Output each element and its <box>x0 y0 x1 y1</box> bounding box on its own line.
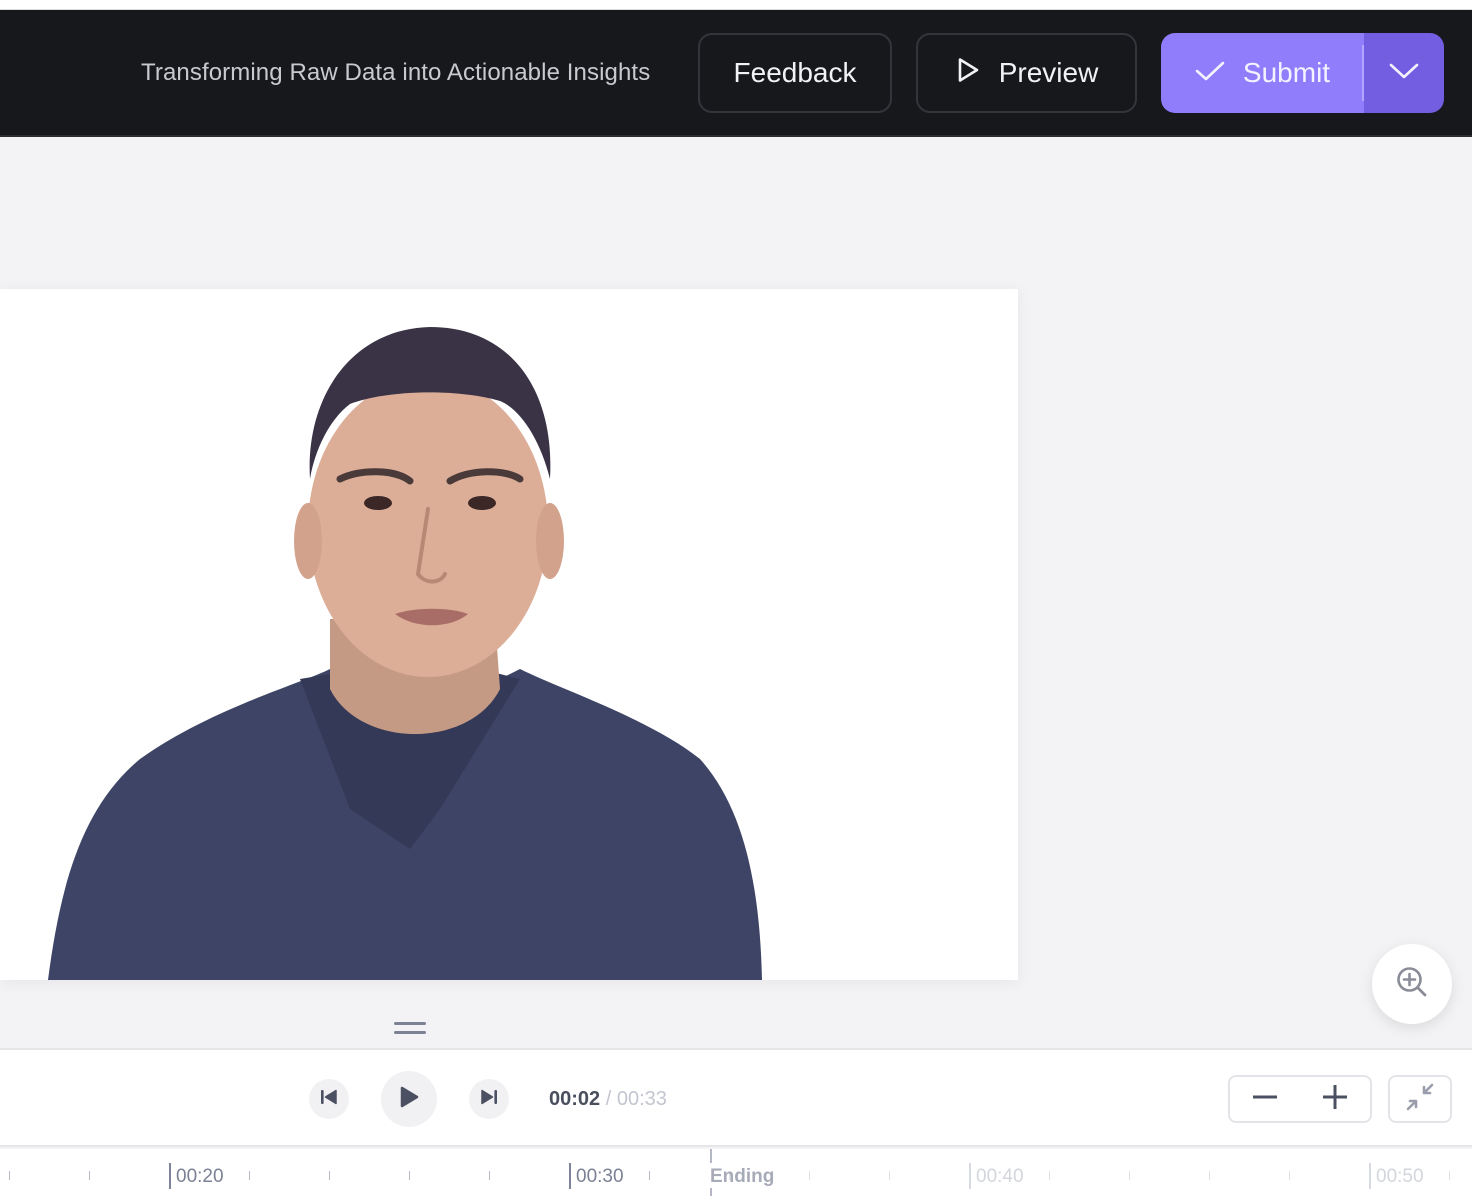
timeline-minor-tick <box>489 1171 490 1180</box>
video-canvas[interactable] <box>0 289 1018 980</box>
timeline-minor-tick <box>409 1171 410 1180</box>
timeline-major-tick <box>1369 1163 1371 1189</box>
feedback-label: Feedback <box>733 57 857 88</box>
skip-to-start-button[interactable] <box>309 1079 349 1119</box>
timeline-label: 00:50 <box>1376 1166 1424 1187</box>
presenter-avatar <box>0 289 1018 980</box>
current-time: 00:02 <box>549 1088 601 1110</box>
skip-back-icon <box>319 1088 339 1111</box>
play-outline-icon <box>955 56 981 91</box>
skip-forward-icon <box>479 1088 499 1111</box>
timeline-zoom-controls <box>1228 1075 1372 1123</box>
timeline-minor-tick <box>1449 1171 1450 1180</box>
timeline-minor-tick <box>1209 1171 1210 1180</box>
editor-header: Transforming Raw Data into Actionable In… <box>0 10 1472 137</box>
timeline-major-tick <box>569 1163 571 1189</box>
plus-icon <box>1321 1083 1349 1116</box>
submit-options-dropdown[interactable] <box>1364 33 1444 113</box>
timeline-ruler[interactable]: 00:20 00:30 00:40 00:50 Ending <box>0 1149 1472 1196</box>
browser-top-strip <box>0 0 1472 10</box>
timeline-minor-tick <box>1129 1171 1130 1180</box>
timeline-label: 00:30 <box>576 1166 624 1187</box>
play-icon <box>398 1085 420 1114</box>
timeline-zoom-in-button[interactable] <box>1300 1077 1370 1121</box>
canvas-area <box>0 139 1472 1049</box>
project-title[interactable]: Transforming Raw Data into Actionable In… <box>141 56 650 90</box>
timeline-minor-tick <box>649 1171 650 1180</box>
player-controls: 00:02 / 00:33 <box>0 1048 1472 1147</box>
timeline-minor-tick <box>889 1171 890 1180</box>
timeline-zoom-out-button[interactable] <box>1230 1077 1300 1121</box>
total-duration: 00:33 <box>616 1088 667 1110</box>
fit-timeline-button[interactable] <box>1388 1075 1452 1123</box>
submit-split-button: Submit <box>1161 33 1444 113</box>
playback-time: 00:02 / 00:33 <box>549 1086 667 1112</box>
timeline-label: 00:20 <box>176 1166 224 1187</box>
timeline-minor-tick <box>1049 1171 1050 1180</box>
check-icon <box>1195 57 1225 89</box>
timeline-minor-tick <box>249 1171 250 1180</box>
timeline-label: 00:40 <box>976 1166 1024 1187</box>
timeline-minor-tick <box>1289 1171 1290 1180</box>
play-button[interactable] <box>381 1071 437 1127</box>
timeline-minor-tick <box>89 1171 90 1180</box>
timeline-major-tick <box>169 1163 171 1189</box>
chevron-down-icon <box>1389 62 1419 85</box>
minus-icon <box>1251 1083 1279 1116</box>
timeline-minor-tick <box>809 1171 810 1180</box>
canvas-resize-handle[interactable] <box>394 1022 426 1034</box>
preview-button[interactable]: Preview <box>916 33 1137 113</box>
zoom-in-icon <box>1395 965 1429 1004</box>
submit-button[interactable]: Submit <box>1161 33 1364 113</box>
timeline-minor-tick <box>9 1171 10 1180</box>
submit-label: Submit <box>1242 57 1331 88</box>
preview-label: Preview <box>998 57 1099 88</box>
skip-to-end-button[interactable] <box>469 1079 509 1119</box>
collapse-arrows-icon <box>1403 1082 1437 1117</box>
time-separator: / <box>605 1088 612 1110</box>
ending-label: Ending <box>710 1166 775 1187</box>
zoom-in-button[interactable] <box>1372 944 1452 1024</box>
timeline-major-tick <box>969 1163 971 1189</box>
feedback-button[interactable]: Feedback <box>698 33 892 113</box>
timeline-minor-tick <box>329 1171 330 1180</box>
